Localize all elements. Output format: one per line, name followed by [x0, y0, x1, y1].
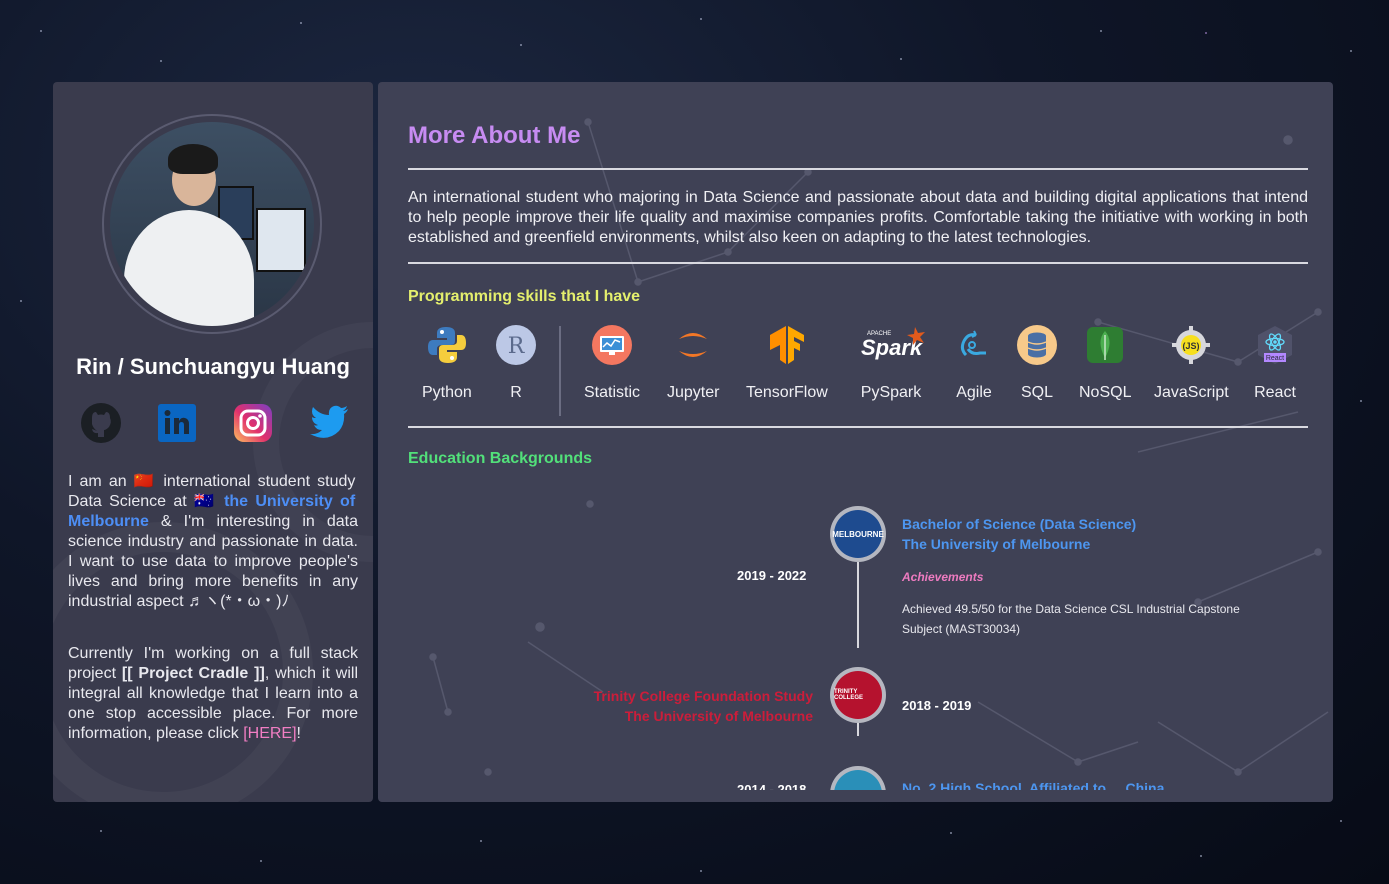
- agile-icon: [960, 330, 986, 357]
- education-years: 2019 - 2022: [737, 568, 807, 583]
- github-icon: [81, 403, 121, 443]
- twitter-icon: [310, 405, 348, 438]
- svg-text:React: React: [1266, 355, 1284, 362]
- avatar-frame: [102, 114, 322, 334]
- skill-pyspark: Spark APACHE PySpark: [853, 324, 929, 402]
- logo-text: MELBOURNE: [832, 529, 884, 539]
- svg-text:APACHE: APACHE: [867, 331, 891, 337]
- logo-text: TRINITY COLLEGE: [834, 689, 864, 701]
- divider: [408, 168, 1308, 170]
- skill-label: R: [510, 384, 522, 401]
- skill-python: Python: [422, 324, 472, 402]
- about-text: An international student who majoring in…: [408, 189, 1308, 246]
- institution-name: The University of Melbourne: [902, 536, 1091, 552]
- skill-label: SQL: [1020, 384, 1053, 401]
- profile-name: Rin / Sunchuangyu Huang: [76, 354, 350, 379]
- skill-label: Statistic: [584, 384, 641, 401]
- skill-tensorflow: TensorFlow: [746, 324, 828, 402]
- skill-label: Agile: [956, 384, 992, 401]
- python-icon: [427, 327, 466, 363]
- bio-paragraph: I am an 🇨🇳 international student study D…: [68, 472, 358, 612]
- section-title-about: More About Me: [408, 122, 581, 149]
- skill-agile: Agile: [953, 324, 995, 402]
- tensorflow-icon: [769, 326, 804, 364]
- skill-label: Python: [422, 384, 472, 401]
- timeline-clip: [408, 790, 1308, 802]
- linkedin-link[interactable]: [156, 402, 198, 444]
- education-years: 2018 - 2019: [902, 698, 972, 713]
- degree-title: Bachelor of Science (Data Science): [902, 516, 1137, 532]
- section-title-skills: Programming skills that I have: [408, 288, 641, 305]
- here-link[interactable]: [HERE]: [243, 725, 296, 742]
- skill-label: TensorFlow: [746, 384, 828, 401]
- nosql-icon: [1087, 327, 1124, 363]
- achievements-text: Achieved 49.5/50 for the Data Science CS…: [902, 602, 1240, 636]
- project-paragraph: Currently I'm working on a full stack pr…: [68, 644, 358, 744]
- divider: [408, 426, 1308, 428]
- skill-sql: SQL: [1016, 324, 1058, 402]
- profile-card: Rin / Sunchuangyu Huang I am an 🇨🇳 inter…: [53, 82, 373, 802]
- education-degree: Trinity College Foundation Study The Uni…: [508, 686, 813, 726]
- avatar-hair: [168, 144, 218, 174]
- timeline-node: TRINITY COLLEGE: [830, 667, 886, 723]
- skill-nosql: NoSQL: [1079, 324, 1131, 402]
- pyspark-icon: Spark APACHE: [861, 327, 925, 360]
- skill-statistic: Statistic: [584, 324, 640, 402]
- jupyter-icon: [679, 333, 708, 357]
- avatar: [110, 122, 314, 326]
- project-text: !: [296, 725, 301, 742]
- skill-label: JavaScript: [1154, 384, 1229, 401]
- education-timeline: MELBOURNE 2019 - 2022 Bachelor of Scienc…: [408, 502, 1308, 802]
- linkedin-icon: [158, 404, 196, 442]
- timeline-node: MELBOURNE: [830, 506, 886, 562]
- github-link[interactable]: [80, 402, 122, 444]
- trinity-logo: TRINITY COLLEGE: [834, 671, 882, 719]
- sql-icon: [1017, 325, 1057, 365]
- skill-label: Jupyter: [667, 384, 720, 401]
- statistic-icon: [592, 325, 632, 365]
- instagram-link[interactable]: [232, 402, 274, 444]
- r-icon: R: [496, 325, 536, 365]
- twitter-link[interactable]: [308, 402, 350, 444]
- react-icon: React: [1258, 326, 1292, 364]
- avatar-monitor: [256, 208, 306, 272]
- project-name: [[ Project Cradle ]]: [121, 665, 265, 682]
- skill-label: PySpark: [860, 384, 922, 401]
- skills-divider: [559, 326, 561, 416]
- skill-label: React: [1254, 384, 1296, 401]
- skill-r: R R: [495, 324, 537, 402]
- skill-react: React React: [1254, 324, 1296, 402]
- svg-text:R: R: [508, 334, 526, 359]
- section-title-education: Education Backgrounds: [408, 450, 593, 467]
- institution-name: The University of Melbourne: [624, 708, 813, 724]
- social-links: [80, 402, 350, 444]
- timeline-connector: [857, 562, 859, 648]
- unimelb-logo: MELBOURNE: [832, 510, 884, 558]
- achievements-label: Achievements: [902, 570, 984, 584]
- skill-jupyter: Jupyter: [667, 324, 719, 402]
- javascript-icon: (JS): [1172, 326, 1211, 364]
- skill-javascript: (JS) JavaScript: [1154, 324, 1229, 402]
- svg-text:(JS): (JS): [1183, 341, 1200, 351]
- skill-label: NoSQL: [1079, 384, 1132, 401]
- degree-title: Trinity College Foundation Study: [593, 688, 813, 704]
- instagram-icon: [234, 404, 272, 442]
- about-card: More About Me An international student w…: [378, 82, 1333, 802]
- divider: [408, 262, 1308, 264]
- education-degree: Bachelor of Science (Data Science) The U…: [902, 514, 1136, 554]
- skills-list: Python R R Statistic Jupyter TensorFlow …: [408, 324, 1308, 418]
